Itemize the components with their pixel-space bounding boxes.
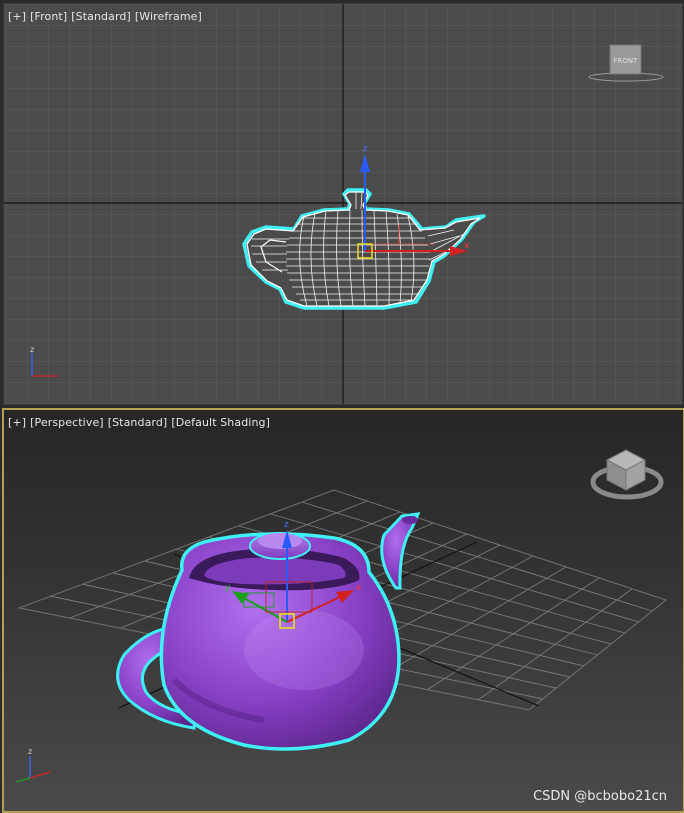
render-mode-menu[interactable]: [Standard] xyxy=(71,10,131,23)
viewcube-face-label: FRONT xyxy=(614,57,639,65)
viewport-menu-button[interactable]: [+] xyxy=(8,416,26,429)
view-type-menu[interactable]: [Perspective] xyxy=(30,416,104,429)
gizmo-x-label: x xyxy=(464,241,470,251)
axis-z-label: z xyxy=(30,345,34,354)
shading-menu[interactable]: [Default Shading] xyxy=(171,416,270,429)
axis-z-label: z xyxy=(28,747,32,756)
perspective-viewport-label: [+] [Perspective] [Standard] [Default Shadi… xyxy=(8,416,274,429)
shading-menu[interactable]: [Wireframe] xyxy=(135,10,202,23)
viewport-menu-button[interactable]: [+] xyxy=(8,10,26,23)
front-viewport[interactable]: z x FRONT z [+] [Front] [Standard] [Wirefra… xyxy=(3,3,683,405)
gizmo-z-label: z xyxy=(363,144,368,154)
render-mode-menu[interactable]: [Standard] xyxy=(108,416,168,429)
gizmo-y-label: y xyxy=(225,583,231,593)
perspective-viewport[interactable]: z y x z [+] [Perspective] [Standard] [Defau… xyxy=(2,408,684,813)
perspective-canvas: z y x z xyxy=(15,449,667,783)
front-viewport-label: [+] [Front] [Standard] [Wireframe] xyxy=(8,10,206,23)
view-type-menu[interactable]: [Front] xyxy=(30,10,67,23)
perspective-viewcube[interactable] xyxy=(590,449,664,500)
perspective-axis-tripod: z xyxy=(15,747,51,783)
gizmo-z-label: z xyxy=(284,520,289,530)
gizmo-x-label: x xyxy=(356,583,362,593)
front-grid-canvas: z x FRONT z xyxy=(4,4,682,404)
watermark-text: CSDN @bcbobo21cn xyxy=(533,789,667,804)
